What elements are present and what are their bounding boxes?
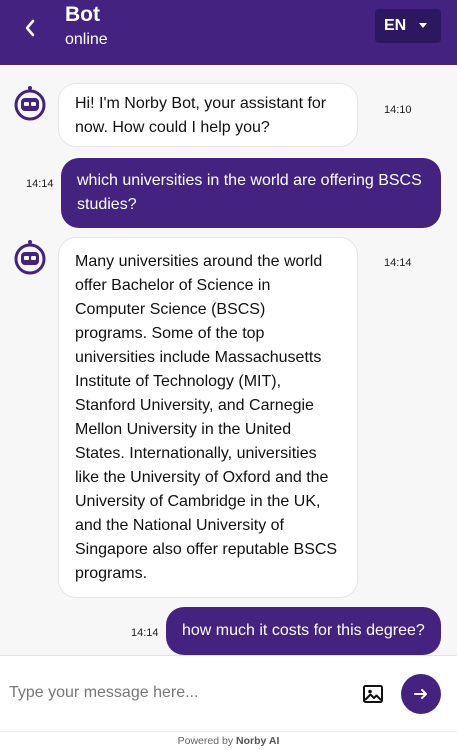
chevron-left-icon: [25, 19, 35, 37]
message-bubble: which universities in the world are offe…: [61, 158, 441, 228]
message-time: 14:10: [384, 104, 412, 116]
message-time: 14:14: [131, 627, 159, 639]
bot-status: online: [65, 31, 108, 48]
language-select[interactable]: EN: [375, 9, 441, 43]
footer-brand[interactable]: Norby AI: [236, 735, 279, 747]
chat-header: Bot online EN: [0, 0, 457, 65]
message-bubble: Hi! I'm Norby Bot, your assistant for no…: [58, 83, 358, 147]
bot-avatar-icon: [14, 240, 46, 275]
message-input[interactable]: [0, 668, 345, 718]
message-time: 14:14: [384, 257, 412, 269]
language-label: EN: [384, 17, 407, 34]
message-bubble: Many universities around the world offer…: [58, 237, 358, 598]
send-button[interactable]: [401, 674, 441, 714]
back-button[interactable]: [18, 14, 42, 42]
powered-by-footer: Powered by Norby AI: [0, 731, 457, 750]
message-composer: [0, 655, 457, 731]
footer-prefix: Powered by: [177, 735, 236, 747]
attach-image-button[interactable]: [361, 682, 385, 706]
arrow-right-icon: [414, 689, 427, 699]
message-time: 14:14: [26, 178, 54, 190]
image-icon: [363, 685, 383, 703]
bot-name: Bot: [65, 3, 100, 26]
bot-avatar-icon: [14, 86, 46, 121]
caret-down-icon: [419, 23, 427, 28]
message-bubble: how much it costs for this degree?: [166, 607, 441, 655]
